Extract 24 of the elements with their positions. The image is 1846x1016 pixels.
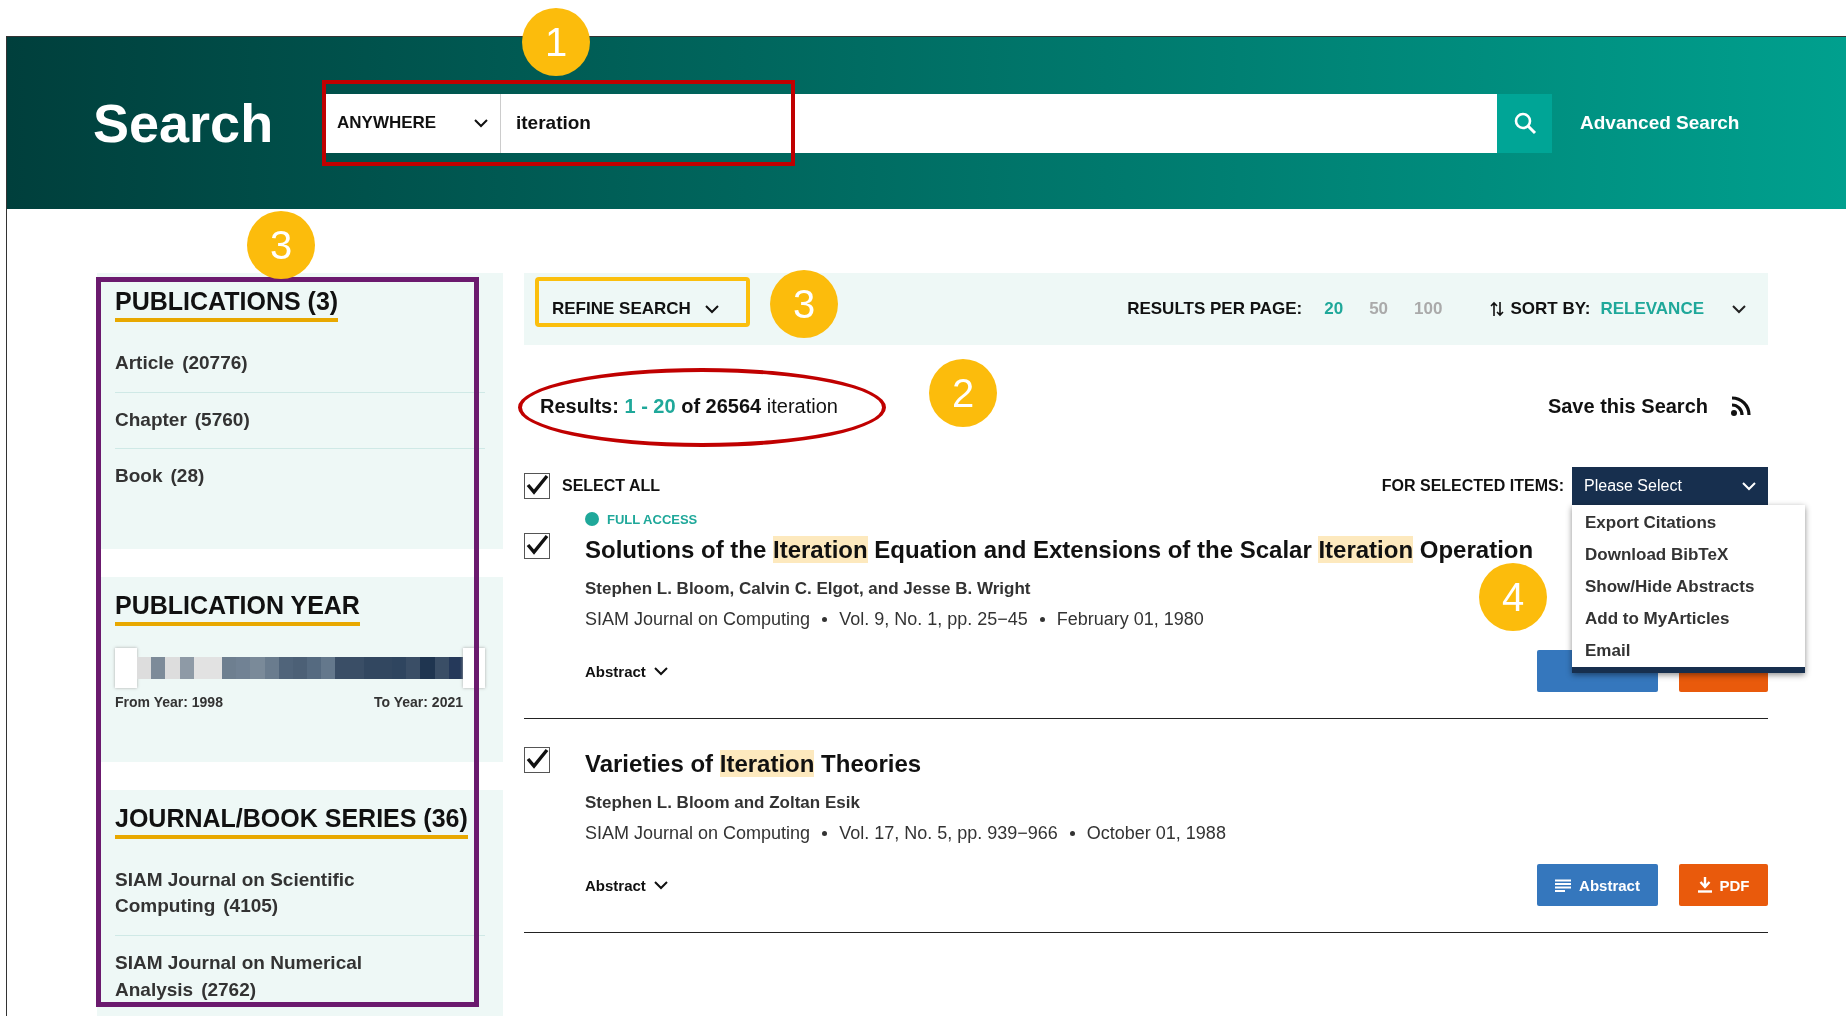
- publication-date: October 01, 1988: [1086, 823, 1226, 844]
- callout-number: 2: [929, 359, 997, 427]
- callout-number: 1: [522, 8, 590, 76]
- selected-items-label: FOR SELECTED ITEMS:: [1381, 477, 1564, 495]
- sort-label: SORT BY:: [1510, 299, 1591, 319]
- results-summary: Results: 1 - 20 of 26564 iteration: [540, 394, 838, 418]
- filter-heading: PUBLICATIONS (3): [115, 287, 339, 322]
- to-year: To Year: 2021: [374, 693, 463, 710]
- filter-heading: PUBLICATION YEAR: [115, 590, 360, 626]
- journal-name: SIAM Journal on Computing: [585, 823, 811, 844]
- select-all-label: SELECT ALL: [562, 477, 661, 495]
- result-authors: Stephen L. Bloom, Calvin C. Elgot, and Jesse B. Wright: [585, 579, 1031, 599]
- result-authors: Stephen L. Bloom and Zoltan Esik: [585, 793, 860, 813]
- from-year: From Year: 1998: [115, 693, 223, 710]
- callout-number: 4: [1479, 563, 1547, 631]
- volume-pages: Vol. 17, No. 5, pp. 939−966: [839, 823, 1058, 844]
- publication-date: February 01, 1980: [1056, 609, 1204, 630]
- filter-heading: JOURNAL/BOOK SERIES (36): [115, 803, 468, 839]
- access-label: FULL ACCESS: [607, 511, 698, 527]
- page-title: Search: [93, 92, 275, 154]
- journal-name: SIAM Journal on Computing: [585, 609, 811, 630]
- volume-pages: Vol. 9, No. 1, pp. 25−45: [839, 609, 1028, 630]
- callout-number: 3: [247, 211, 315, 279]
- per-page-label: RESULTS PER PAGE:: [1127, 299, 1303, 319]
